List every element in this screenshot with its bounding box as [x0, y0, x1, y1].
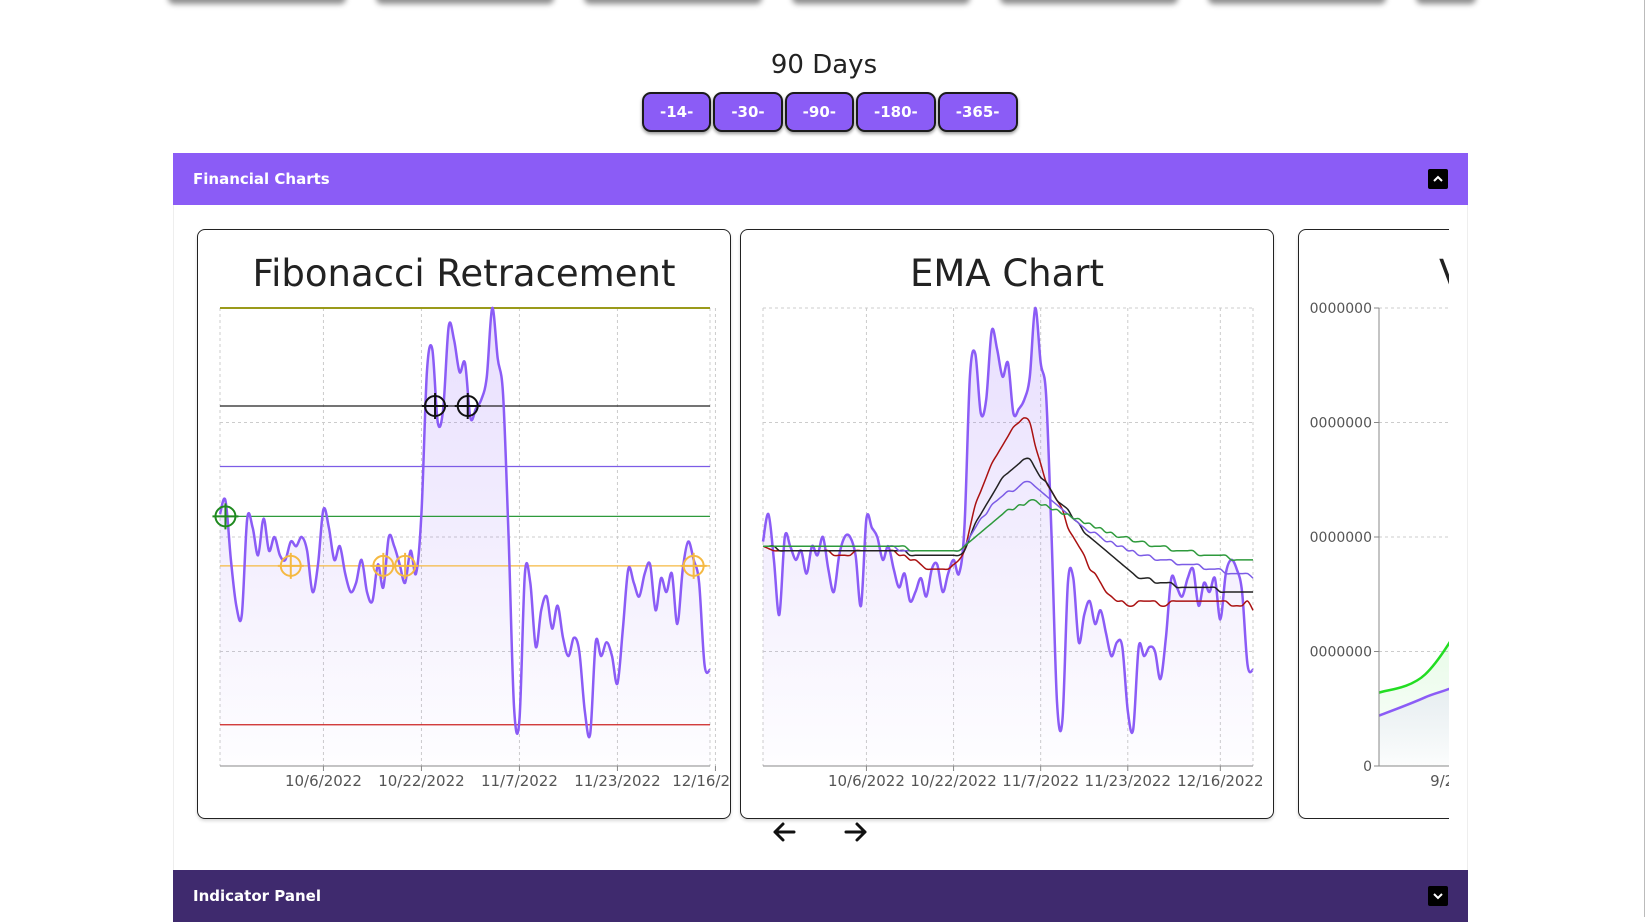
x-tick-label: 10/6/2022 [828, 772, 905, 790]
x-tick-label: 12/16/2022 [672, 772, 731, 790]
range-button-group: -14- -30- -90- -180- -365- [642, 92, 1020, 132]
crosshair-marker-icon [212, 503, 239, 530]
expand-toggle-button[interactable] [1428, 886, 1448, 906]
x-tick-label: 12/16/2022 [1177, 772, 1263, 790]
x-tick-label: 11/23/2022 [574, 772, 660, 790]
ema-chart-card: EMA Chart 10/6/2022 10/22/2022 11/7/2022 11… [740, 229, 1274, 819]
fibonacci-chart[interactable]: 10/6/2022 10/22/2022 11/7/2022 11/23/2022 12… [198, 230, 731, 819]
carousel-prev-button[interactable] [770, 820, 798, 847]
volume-chart-card: V 9/27/2000000000000000000000000000000 [1298, 229, 1449, 819]
x-tick-label: 10/6/2022 [285, 772, 362, 790]
collapse-toggle-button[interactable] [1428, 169, 1448, 189]
y-tick-label: 0000000 [1310, 530, 1372, 546]
chevron-down-icon [1433, 893, 1443, 900]
x-tick-label: 11/7/2022 [481, 772, 558, 790]
volume-chart[interactable]: 9/27/2000000000000000000000000000000 [1299, 230, 1449, 819]
range-button-365[interactable]: -365- [937, 92, 1018, 132]
y-tick-label: 0 [1363, 759, 1372, 775]
arrow-left-icon [773, 822, 796, 842]
x-tick-label: 11/7/2022 [1002, 772, 1079, 790]
carousel-next-button[interactable] [842, 820, 870, 847]
fibonacci-chart-card: Fibonacci Retracement 10/6/2022 10/22/202… [197, 229, 731, 819]
indicator-panel: Indicator Panel [173, 870, 1468, 922]
range-button-30[interactable]: -30- [713, 92, 783, 132]
range-button-14[interactable]: -14- [642, 92, 712, 132]
x-tick-label: 11/23/2022 [1085, 772, 1171, 790]
financial-charts-panel: Financial Charts [173, 153, 1468, 205]
y-tick-label: 0000000 [1310, 645, 1372, 661]
x-tick-label: 9/27/20 [1430, 772, 1449, 790]
y-tick-label: 0000000 [1310, 416, 1372, 432]
x-tick-label: 10/22/2022 [910, 772, 996, 790]
range-button-90[interactable]: -90- [784, 92, 854, 132]
ema-chart[interactable]: 10/6/2022 10/22/2022 11/7/2022 11/23/2022 12… [741, 230, 1274, 819]
volume-chart-clip: V 9/27/2000000000000000000000000000000 [1295, 229, 1449, 819]
arrow-right-icon [844, 822, 867, 842]
chevron-up-icon [1433, 175, 1443, 182]
right-scroll-edge [1644, 0, 1645, 917]
financial-charts-title: Financial Charts [193, 170, 330, 188]
indicator-panel-header[interactable]: Indicator Panel [173, 870, 1468, 922]
y-tick-label: 0000000 [1310, 301, 1372, 317]
financial-charts-header[interactable]: Financial Charts [173, 153, 1468, 205]
range-title: 90 Days [770, 50, 878, 80]
indicator-panel-title: Indicator Panel [193, 887, 321, 905]
x-tick-label: 10/22/2022 [378, 772, 464, 790]
range-button-180[interactable]: -180- [855, 92, 936, 132]
